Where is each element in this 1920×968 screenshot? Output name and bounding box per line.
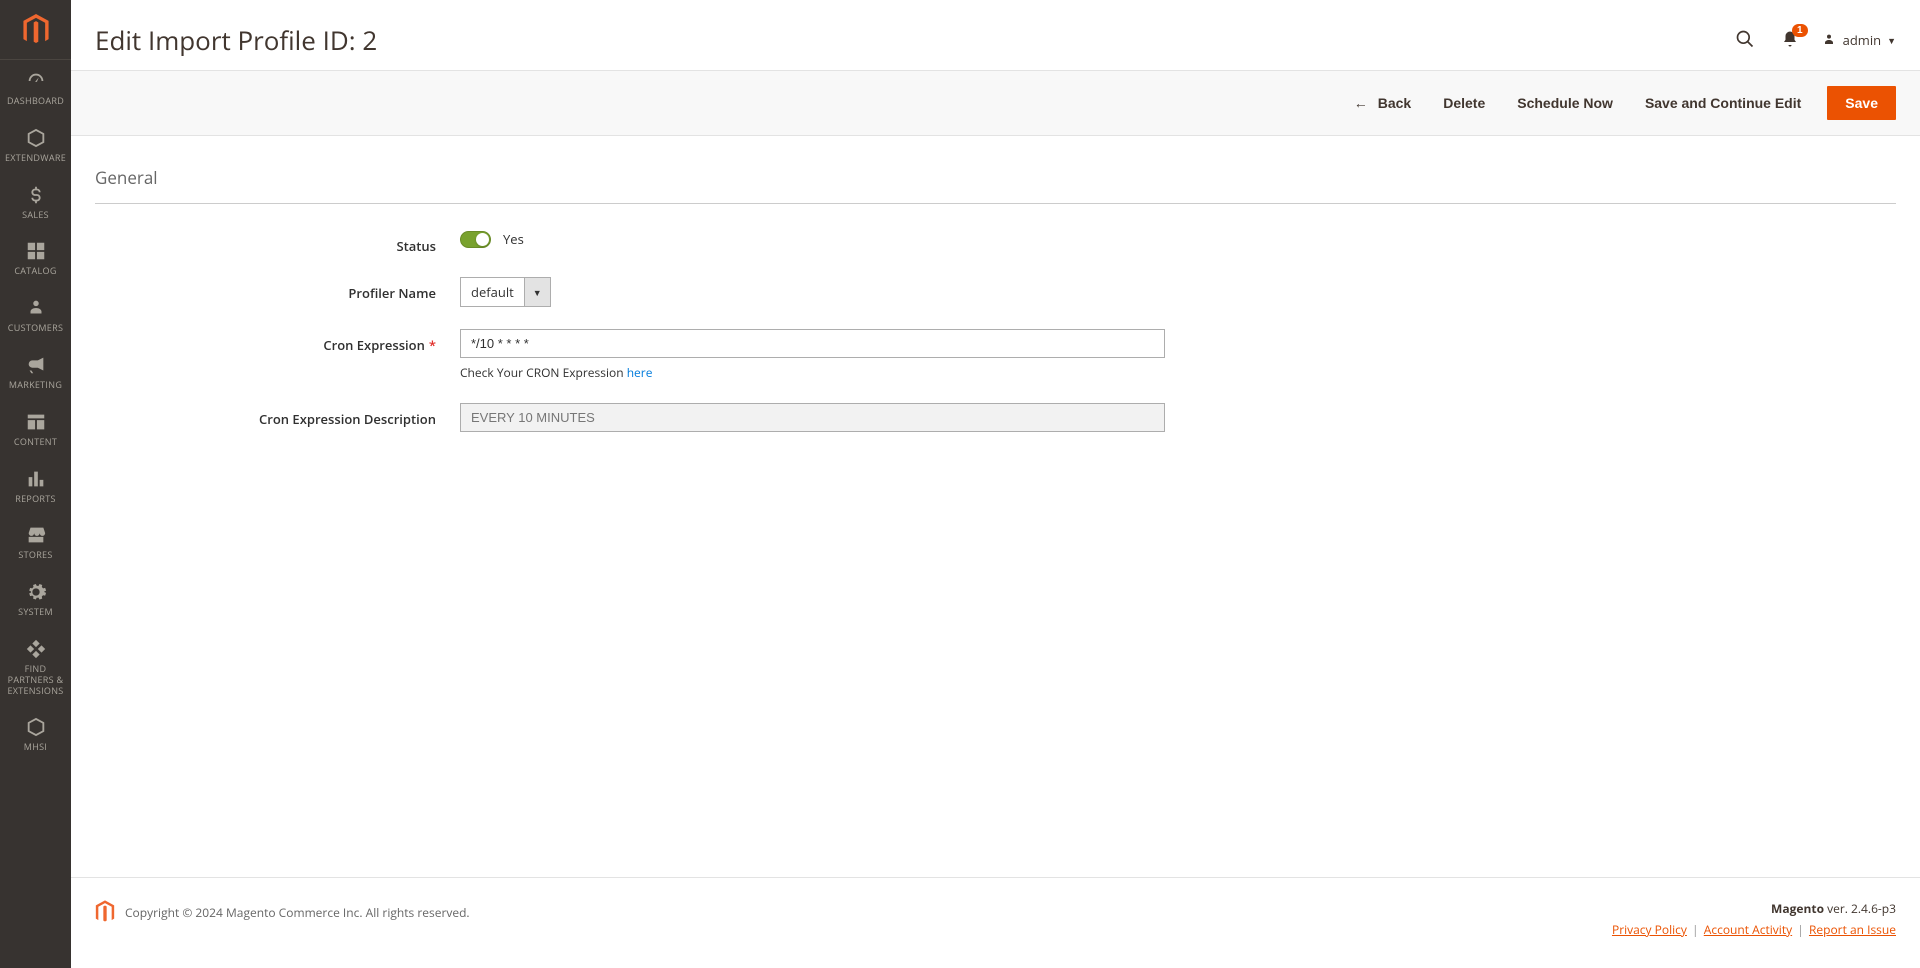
page-footer: Copyright © 2024 Magento Commerce Inc. A… xyxy=(71,877,1920,968)
save-button[interactable]: Save xyxy=(1827,86,1896,120)
report-issue-link[interactable]: Report an Issue xyxy=(1809,921,1896,938)
gear-icon xyxy=(25,581,47,603)
cron-help-text: Check Your CRON Expression here xyxy=(460,364,1165,381)
action-bar: Back Delete Schedule Now Save and Contin… xyxy=(71,70,1920,136)
cron-description-label: Cron Expression Description xyxy=(95,403,460,428)
back-button[interactable]: Back xyxy=(1348,87,1417,119)
sidebar-item-stores[interactable]: STORES xyxy=(0,514,71,571)
sidebar-item-partners[interactable]: FIND PARTNERS & EXTENSIONS xyxy=(0,628,71,706)
sidebar-item-label: REPORTS xyxy=(15,494,56,505)
magento-logo[interactable] xyxy=(0,0,71,60)
chevron-down-icon: ▼ xyxy=(524,278,550,306)
dollar-icon xyxy=(25,184,47,206)
sidebar-item-label: STORES xyxy=(18,550,52,561)
status-label: Status xyxy=(95,230,460,255)
privacy-policy-link[interactable]: Privacy Policy xyxy=(1612,921,1687,938)
user-icon xyxy=(1821,32,1837,48)
stores-icon xyxy=(25,524,47,546)
status-toggle[interactable] xyxy=(460,231,491,248)
sidebar-item-label: CATALOG xyxy=(14,266,56,277)
sidebar-item-content[interactable]: CONTENT xyxy=(0,401,71,458)
hex-icon xyxy=(25,716,47,738)
profiler-name-label: Profiler Name xyxy=(95,277,460,302)
account-activity-link[interactable]: Account Activity xyxy=(1704,921,1792,938)
sidebar-item-label: CONTENT xyxy=(14,437,57,448)
person-icon xyxy=(25,297,47,319)
sidebar-item-label: SYSTEM xyxy=(18,607,53,618)
save-continue-button[interactable]: Save and Continue Edit xyxy=(1639,87,1807,119)
sidebar-item-reports[interactable]: REPORTS xyxy=(0,458,71,515)
dashboard-icon xyxy=(25,70,47,92)
admin-user-menu[interactable]: admin ▼ xyxy=(1821,31,1896,49)
sidebar-item-catalog[interactable]: CATALOG xyxy=(0,230,71,287)
page-header: Edit Import Profile ID: 2 1 admin ▼ xyxy=(71,0,1920,70)
cron-expression-input[interactable] xyxy=(460,329,1165,358)
cron-help-link[interactable]: here xyxy=(627,364,653,381)
sidebar-item-sales[interactable]: SALES xyxy=(0,174,71,231)
cron-description-input xyxy=(460,403,1165,432)
catalog-icon xyxy=(25,240,47,262)
content-icon xyxy=(25,411,47,433)
profiler-name-value: default xyxy=(461,278,524,306)
schedule-now-button[interactable]: Schedule Now xyxy=(1511,87,1619,119)
sidebar-item-label: DASHBOARD xyxy=(7,96,64,107)
chevron-down-icon: ▼ xyxy=(1887,34,1896,47)
sidebar-item-label: FIND PARTNERS & EXTENSIONS xyxy=(4,664,67,696)
cron-expression-label: Cron Expression xyxy=(95,329,460,354)
section-general-title: General xyxy=(95,166,1896,204)
sidebar-item-label: EXTENDWARE xyxy=(5,153,66,164)
notifications-button[interactable]: 1 xyxy=(1777,26,1803,55)
sidebar-item-label: MARKETING xyxy=(9,380,62,391)
hex-icon xyxy=(25,127,47,149)
delete-button[interactable]: Delete xyxy=(1437,87,1491,119)
footer-version: ver. 2.4.6-p3 xyxy=(1824,900,1896,917)
sidebar-item-marketing[interactable]: MARKETING xyxy=(0,344,71,401)
sidebar-item-dashboard[interactable]: DASHBOARD xyxy=(0,60,71,117)
footer-copyright: Copyright © 2024 Magento Commerce Inc. A… xyxy=(125,904,470,921)
profiler-name-select[interactable]: default ▼ xyxy=(460,277,551,307)
sidebar: DASHBOARD EXTENDWARE SALES CATALOG CUSTO… xyxy=(0,0,71,968)
sidebar-item-label: SALES xyxy=(22,210,49,221)
footer-brand: Magento xyxy=(1771,900,1824,917)
sidebar-item-mhsi[interactable]: MHSI xyxy=(0,706,71,763)
megaphone-icon xyxy=(25,354,47,376)
sidebar-item-label: MHSI xyxy=(24,742,47,753)
sidebar-item-extendware[interactable]: EXTENDWARE xyxy=(0,117,71,174)
notification-badge: 1 xyxy=(1792,24,1808,37)
sidebar-item-system[interactable]: SYSTEM xyxy=(0,571,71,628)
page-title: Edit Import Profile ID: 2 xyxy=(95,22,377,58)
magento-logo-icon xyxy=(95,900,115,924)
admin-username: admin xyxy=(1843,31,1881,49)
search-icon xyxy=(1735,29,1755,49)
search-button[interactable] xyxy=(1731,25,1759,56)
reports-icon xyxy=(25,468,47,490)
sidebar-item-customers[interactable]: CUSTOMERS xyxy=(0,287,71,344)
sidebar-item-label: CUSTOMERS xyxy=(8,323,63,334)
partners-icon xyxy=(25,638,47,660)
status-value: Yes xyxy=(503,230,524,248)
